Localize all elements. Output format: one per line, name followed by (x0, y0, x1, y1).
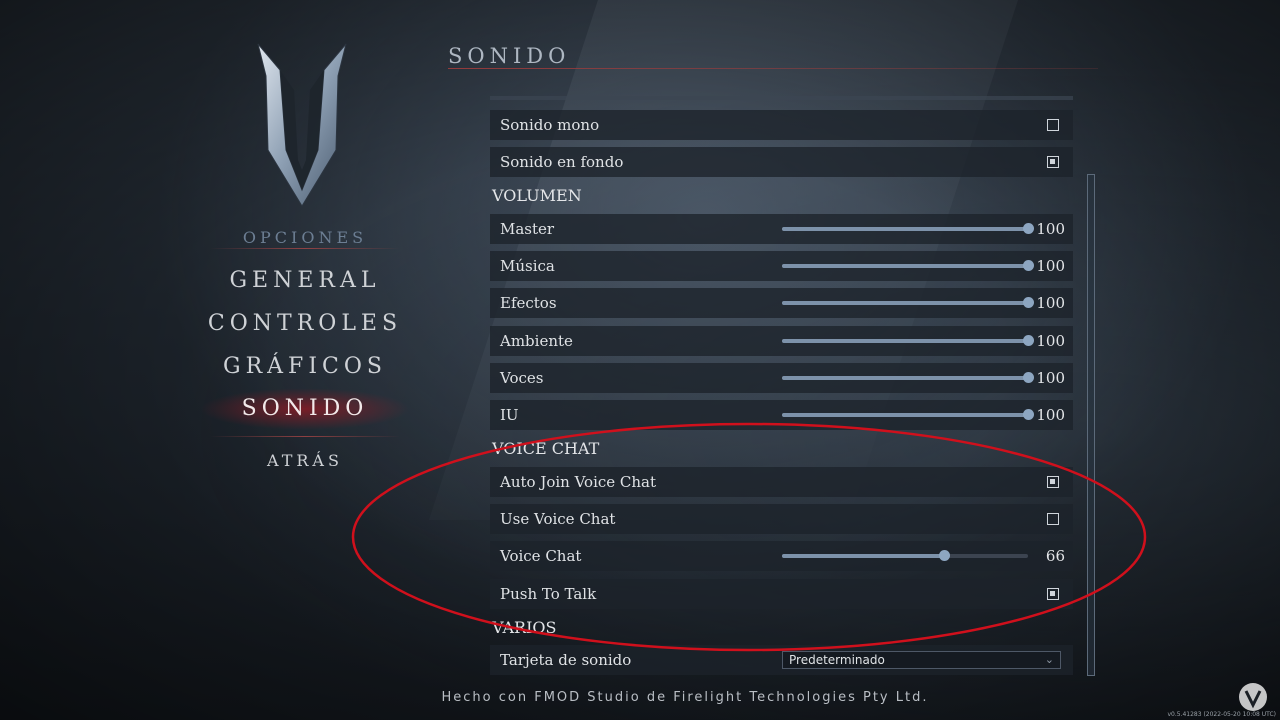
auto-join-voice-chat-row[interactable]: Auto Join Voice Chat (490, 467, 1073, 497)
sound-card-row[interactable]: Tarjeta de sonido Predeterminado ⌄ (490, 645, 1073, 675)
slider-handle[interactable] (1023, 409, 1034, 420)
volume-effects-label: Efectos (500, 294, 557, 312)
panel-top-edge (490, 96, 1073, 100)
slider-fill (782, 301, 1028, 305)
sound-card-dropdown[interactable]: Predeterminado ⌄ (782, 651, 1061, 669)
volume-voices-slider[interactable] (782, 372, 1034, 383)
menu-item-graphics[interactable]: GRÁFICOS (200, 354, 410, 379)
back-button[interactable]: ATRÁS (200, 451, 410, 470)
mono-sound-row[interactable]: Sonido mono (490, 110, 1073, 140)
options-title: OPCIONES (242, 228, 368, 247)
version-text: v0.5.41283 (2022-05-20 10:08 UTC) (1167, 711, 1276, 718)
chevron-down-icon: ⌄ (1044, 653, 1054, 666)
push-to-talk-row[interactable]: Push To Talk (490, 579, 1073, 609)
volume-master-label: Master (500, 220, 555, 238)
voice-chat-volume-row[interactable]: Voice Chat 66 (490, 541, 1073, 571)
slider-handle[interactable] (1023, 223, 1034, 234)
volume-ambient-row[interactable]: Ambiente 100 (490, 326, 1073, 356)
volume-master-row[interactable]: Master 100 (490, 214, 1073, 244)
slider-fill (782, 227, 1028, 231)
volume-ui-label: IU (500, 406, 519, 424)
voice-chat-volume-value: 66 (1045, 547, 1065, 565)
settings-scrollbar[interactable] (1087, 174, 1095, 676)
volume-master-value: 100 (1036, 220, 1065, 238)
slider-fill (782, 554, 945, 558)
slider-handle[interactable] (1023, 297, 1034, 308)
game-logo (257, 43, 347, 207)
section-title: SONIDO (448, 44, 571, 68)
use-voice-chat-label: Use Voice Chat (500, 510, 616, 528)
volume-effects-row[interactable]: Efectos 100 (490, 288, 1073, 318)
misc-group-title: VARIOS (492, 618, 557, 637)
auto-join-voice-chat-label: Auto Join Voice Chat (500, 473, 657, 491)
background-sound-checkbox[interactable] (1047, 156, 1059, 168)
volume-music-row[interactable]: Música 100 (490, 251, 1073, 281)
menu-divider (210, 248, 400, 249)
volume-voices-row[interactable]: Voces 100 (490, 363, 1073, 393)
volume-ui-value: 100 (1036, 406, 1065, 424)
slider-fill (782, 413, 1028, 417)
slider-fill (782, 339, 1028, 343)
background-sound-row[interactable]: Sonido en fondo (490, 147, 1073, 177)
fmod-credit: Hecho con FMOD Studio de Firelight Techn… (441, 690, 929, 705)
menu-item-sound[interactable]: SONIDO (200, 388, 410, 430)
push-to-talk-checkbox[interactable] (1047, 588, 1059, 600)
slider-fill (782, 264, 1028, 268)
mono-sound-label: Sonido mono (500, 116, 600, 134)
volume-effects-value: 100 (1036, 294, 1065, 312)
volume-ambient-value: 100 (1036, 332, 1065, 350)
volume-music-value: 100 (1036, 257, 1065, 275)
auto-join-voice-chat-checkbox[interactable] (1047, 476, 1059, 488)
use-voice-chat-checkbox[interactable] (1047, 513, 1059, 525)
sound-card-label: Tarjeta de sonido (500, 651, 632, 669)
slider-handle[interactable] (1023, 372, 1034, 383)
menu-item-general[interactable]: GENERAL (200, 268, 410, 293)
slider-handle[interactable] (1023, 335, 1034, 346)
volume-effects-slider[interactable] (782, 297, 1034, 308)
voice-chat-volume-label: Voice Chat (500, 547, 582, 565)
slider-handle[interactable] (1023, 260, 1034, 271)
volume-ui-row[interactable]: IU 100 (490, 400, 1073, 430)
mono-sound-checkbox[interactable] (1047, 119, 1059, 131)
push-to-talk-label: Push To Talk (500, 585, 597, 603)
menu-item-controls[interactable]: CONTROLES (200, 311, 410, 336)
menu-divider (210, 436, 400, 437)
section-divider (448, 68, 1098, 69)
voice-chat-volume-slider[interactable] (782, 550, 1028, 561)
volume-ui-slider[interactable] (782, 409, 1034, 420)
volume-ambient-label: Ambiente (500, 332, 573, 350)
watermark-logo (1239, 683, 1267, 711)
volume-master-slider[interactable] (782, 223, 1034, 234)
volume-ambient-slider[interactable] (782, 335, 1034, 346)
volume-music-slider[interactable] (782, 260, 1034, 271)
slider-fill (782, 376, 1028, 380)
volume-voices-label: Voces (500, 369, 544, 387)
voice-chat-group-title: VOICE CHAT (492, 439, 600, 458)
slider-handle[interactable] (939, 550, 951, 561)
background-sound-label: Sonido en fondo (500, 153, 624, 171)
volume-voices-value: 100 (1036, 369, 1065, 387)
volume-music-label: Música (500, 257, 555, 275)
volume-group-title: VOLUMEN (492, 186, 582, 205)
sound-card-selected: Predeterminado (789, 653, 885, 667)
use-voice-chat-row[interactable]: Use Voice Chat (490, 504, 1073, 534)
